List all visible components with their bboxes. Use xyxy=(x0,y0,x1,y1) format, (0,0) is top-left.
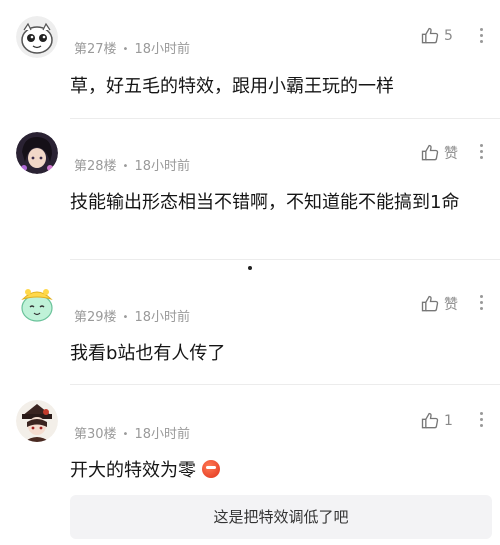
floor-number: 第29楼 xyxy=(74,310,117,325)
scroll-indicator-dot xyxy=(248,266,252,270)
like-button[interactable]: 赞 xyxy=(420,294,458,314)
more-vertical-icon[interactable] xyxy=(474,25,488,47)
thumbs-up-icon xyxy=(421,412,439,429)
comment-time: 18小时前 xyxy=(134,427,190,442)
meta-separator: • xyxy=(122,161,129,172)
comment-meta: 第28楼 • 18小时前 xyxy=(74,155,190,174)
more-vertical-icon[interactable] xyxy=(474,141,488,163)
thumbs-up-icon xyxy=(421,144,439,161)
reply-preview[interactable]: 这是把特效调低了吧 xyxy=(70,495,492,539)
meta-separator: • xyxy=(122,312,129,323)
thumbs-up-icon xyxy=(421,27,439,44)
floor-number: 第27楼 xyxy=(74,42,117,57)
more-vertical-icon[interactable] xyxy=(474,292,488,314)
like-count: 赞 xyxy=(444,146,458,162)
avatar[interactable] xyxy=(16,16,58,58)
comment-text: 开大的特效为零 xyxy=(70,454,490,487)
comment-time: 18小时前 xyxy=(134,159,190,174)
like-count: 5 xyxy=(444,28,453,44)
comment-meta: 第29楼 • 18小时前 xyxy=(74,306,190,325)
meta-separator: • xyxy=(122,429,129,440)
like-button[interactable]: 赞 xyxy=(420,143,458,163)
meta-separator: • xyxy=(122,44,129,55)
avatar[interactable] xyxy=(16,132,58,174)
comment-text: 草，好五毛的特效，跟用小霸王玩的一样 xyxy=(70,76,394,97)
like-button[interactable]: 1 xyxy=(420,411,453,431)
floor-number: 第30楼 xyxy=(74,427,117,442)
like-count: 赞 xyxy=(444,297,458,313)
like-count: 1 xyxy=(444,413,453,429)
more-vertical-icon[interactable] xyxy=(474,409,488,431)
divider xyxy=(70,118,500,119)
divider xyxy=(70,259,500,260)
comment-meta: 第30楼 • 18小时前 xyxy=(74,423,190,442)
angry-face-emoji xyxy=(201,460,220,478)
divider xyxy=(70,384,500,385)
comment-time: 18小时前 xyxy=(134,42,190,57)
comment-meta: 第27楼 • 18小时前 xyxy=(74,38,190,57)
avatar[interactable] xyxy=(16,400,58,442)
comment-text: 我看b站也有人传了 xyxy=(70,343,226,364)
comment-text: 技能输出形态相当不错啊，不知道能不能搞到1命 xyxy=(70,192,460,213)
comment-time: 18小时前 xyxy=(134,310,190,325)
like-button[interactable]: 5 xyxy=(420,26,453,46)
thumbs-up-icon xyxy=(421,295,439,312)
avatar[interactable] xyxy=(16,283,58,325)
comment-text-content: 开大的特效为零 xyxy=(70,460,196,481)
floor-number: 第28楼 xyxy=(74,159,117,174)
